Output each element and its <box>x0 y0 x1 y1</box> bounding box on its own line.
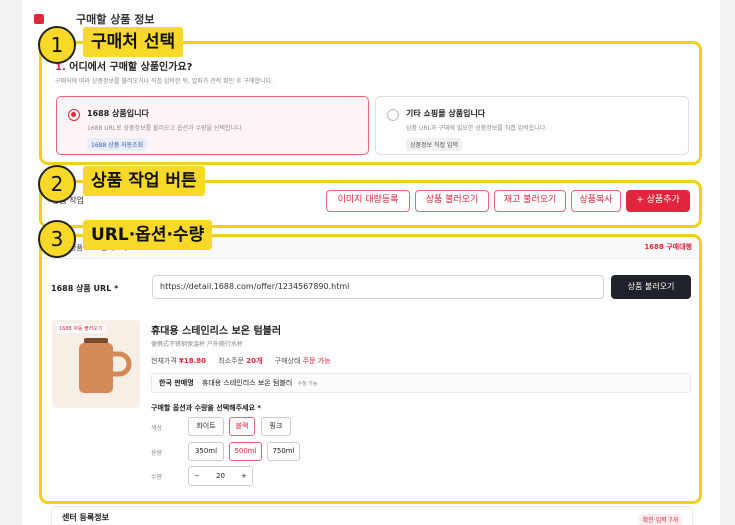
highlight-box-1 <box>39 41 702 165</box>
annotation-label-2: 상품 작업 버튼 <box>83 166 205 196</box>
annotation-number-2: 2 <box>38 165 76 203</box>
section-title: 구매할 상품 정보 <box>76 13 155 26</box>
section-icon <box>34 14 44 24</box>
center-section-badge: 확인·입력 7개 <box>638 514 682 525</box>
order-form-card: 구매할 상품 정보 1. 어디에서 구매할 상품인가요? 구매처에 따라 상품정… <box>22 0 720 525</box>
center-section-title: 센터 등록정보 <box>62 513 109 522</box>
annotation-number-1: 1 <box>38 26 76 64</box>
annotation-label-1: 구매처 선택 <box>83 27 184 57</box>
annotation-label-3: URL·옵션·수량 <box>83 220 213 250</box>
annotation-number-3: 3 <box>38 220 76 258</box>
highlight-box-3 <box>39 234 702 504</box>
center-section: 센터 등록정보 확인·입력 7개 <box>51 506 693 525</box>
